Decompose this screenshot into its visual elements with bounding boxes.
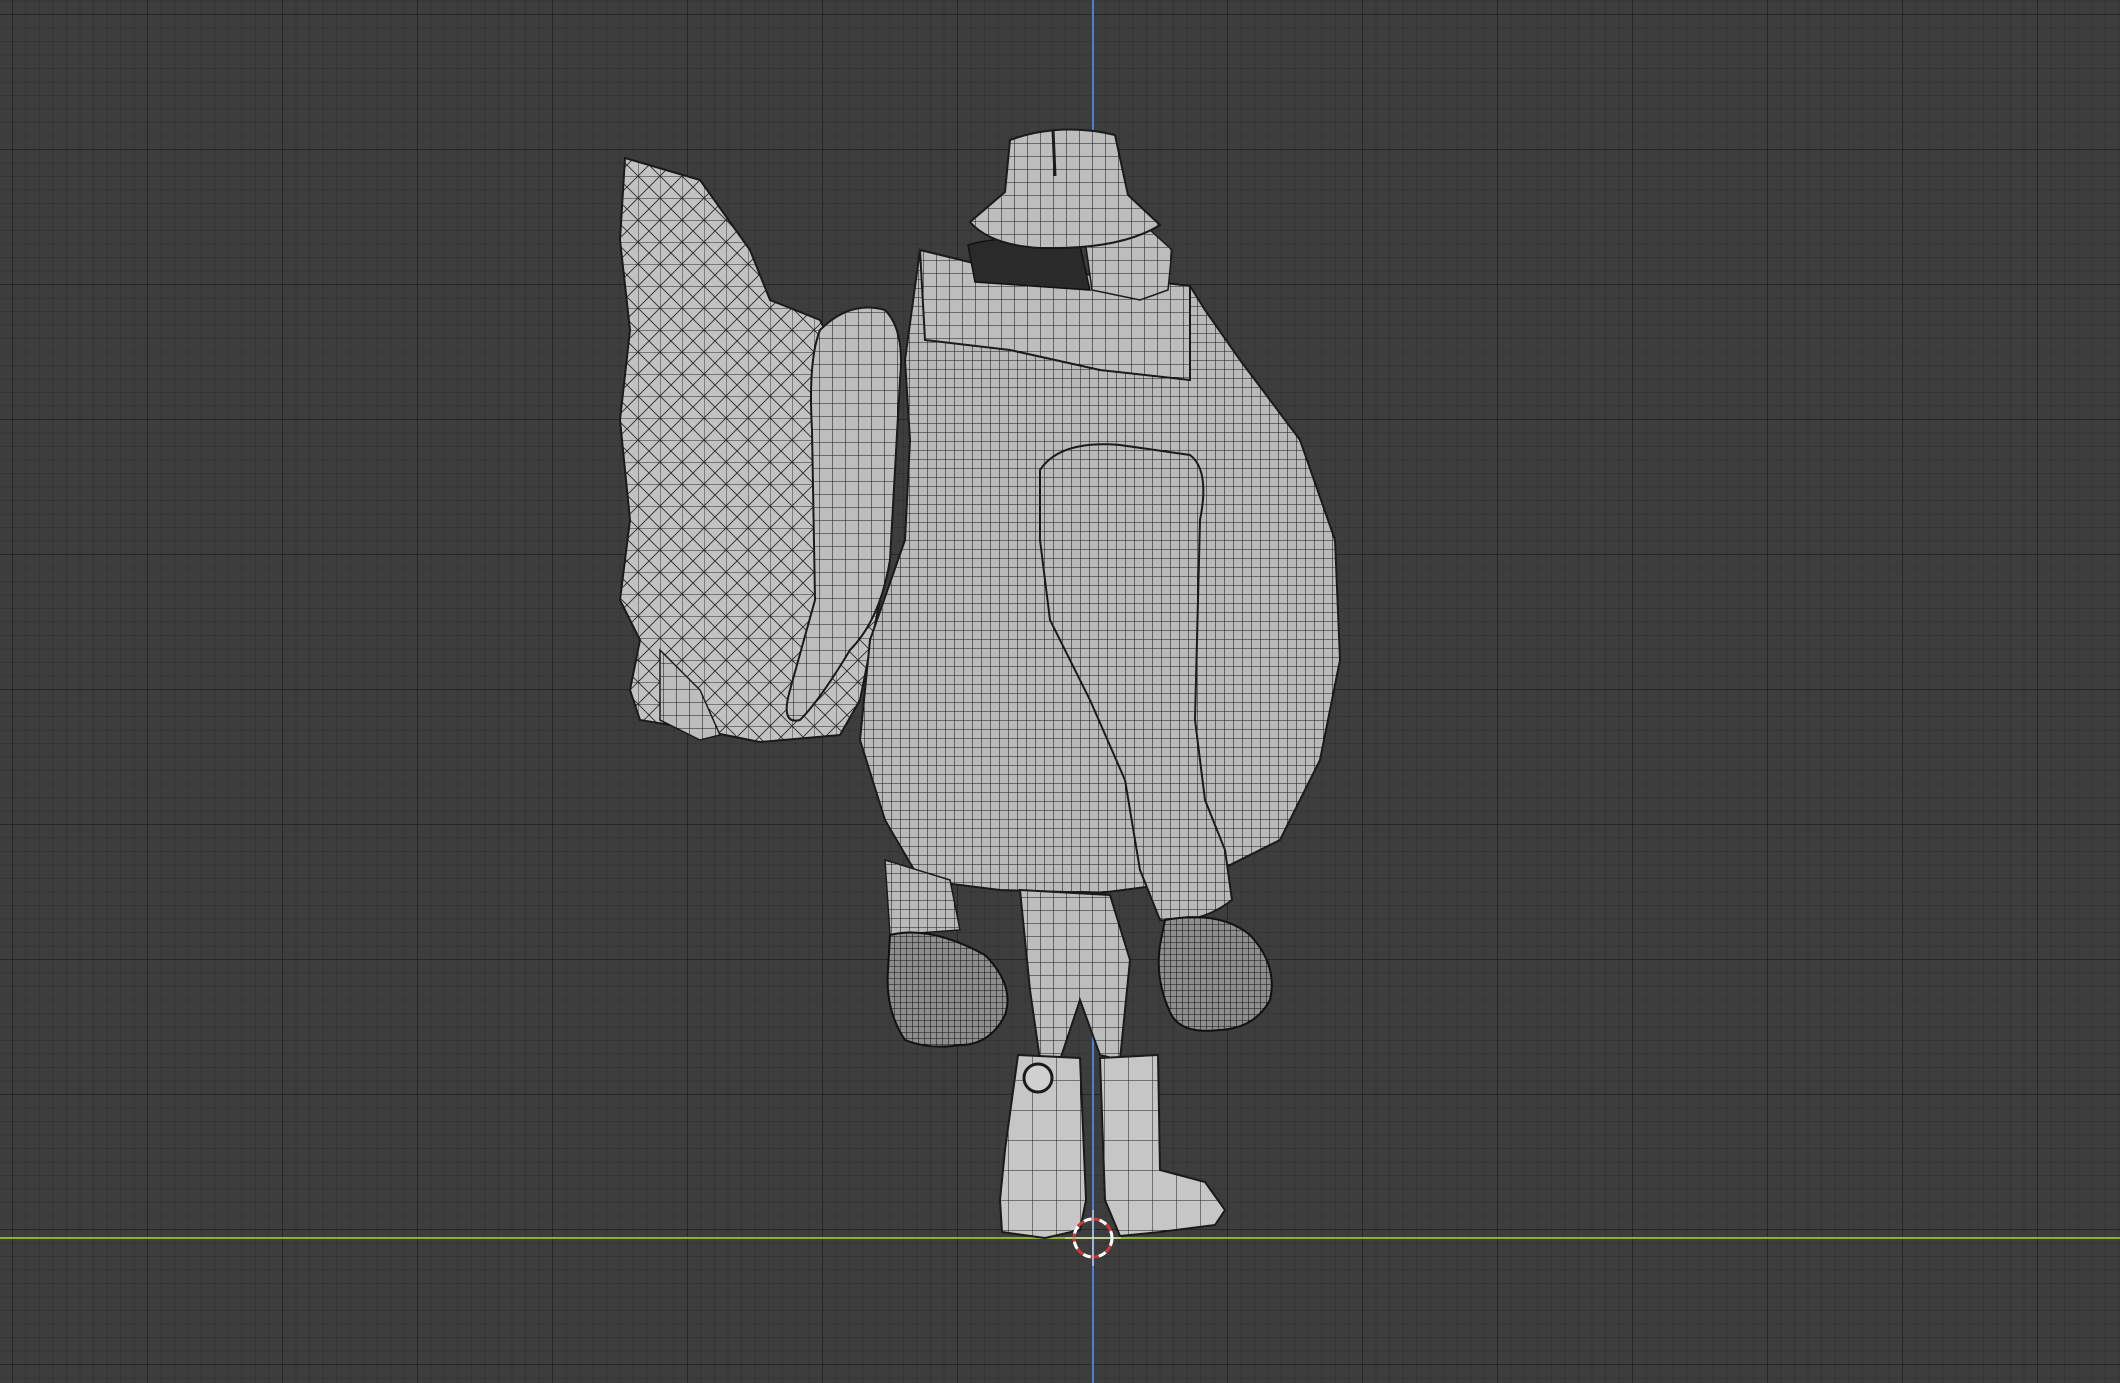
back-hand[interactable] [886, 931, 1009, 1048]
boot-buckle [1022, 1062, 1054, 1094]
3d-viewport[interactable] [0, 0, 2120, 1383]
front-hand[interactable] [1157, 916, 1273, 1032]
left-boot[interactable] [998, 1053, 1088, 1240]
viewport-scene[interactable] [0, 0, 2120, 1383]
right-boot[interactable] [1098, 1053, 1227, 1238]
bucket-hat[interactable] [968, 128, 1162, 250]
legs[interactable] [1018, 888, 1132, 1062]
